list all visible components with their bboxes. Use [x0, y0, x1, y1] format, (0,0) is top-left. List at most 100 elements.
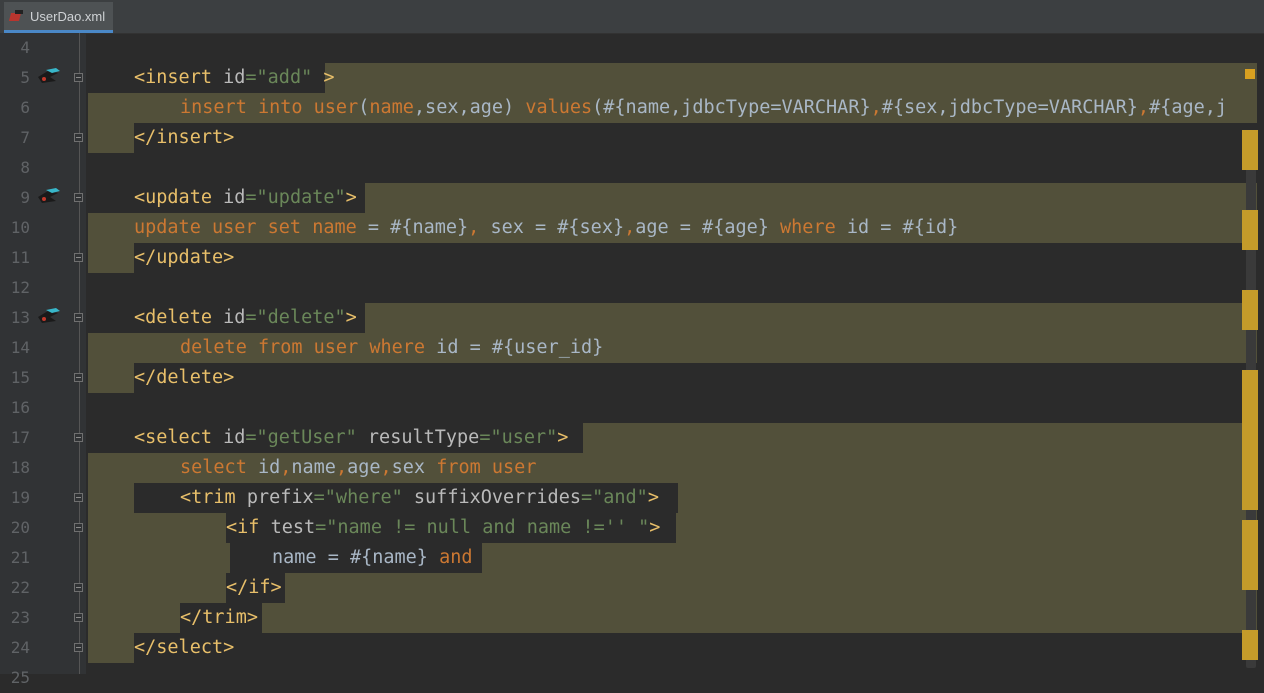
fold-marker-icon[interactable]: [74, 253, 83, 262]
code-token: #{age,j: [1149, 97, 1228, 118]
highlight-band: [88, 573, 226, 603]
highlight-band: [365, 303, 1257, 333]
code-text: select id,name,age,sex from user: [180, 453, 536, 483]
code-line[interactable]: 17 <select id="getUser" resultType="user"…: [0, 423, 1264, 453]
line-number: 5: [20, 68, 30, 87]
highlight-band: [325, 63, 1257, 93]
code-line[interactable]: 16: [0, 393, 1264, 423]
fold-marker-icon[interactable]: [74, 373, 83, 382]
code-line[interactable]: 19 <trim prefix="where" suffixOverrides="…: [0, 483, 1264, 513]
tab-title: UserDao.xml: [30, 8, 106, 24]
code-token: <if: [226, 517, 271, 538]
code-token: >: [345, 187, 357, 208]
fold-marker-icon[interactable]: [74, 643, 83, 652]
code-line[interactable]: 14 delete from user where id = #{user_id}: [0, 333, 1264, 363]
line-number: 17: [10, 428, 30, 447]
line-number: 7: [20, 128, 30, 147]
code-token: and: [439, 547, 473, 568]
code-line[interactable]: 21 name = #{name} and: [0, 543, 1264, 573]
code-token: resultType: [367, 427, 480, 448]
mybatis-bird-icon[interactable]: [36, 67, 62, 87]
mybatis-bird-icon[interactable]: [36, 307, 62, 327]
stripe-marker[interactable]: [1242, 520, 1258, 550]
stripe-marker[interactable]: [1242, 440, 1258, 510]
code-line[interactable]: 8: [0, 153, 1264, 183]
code-token: ="delete": [245, 307, 346, 328]
code-token: test: [270, 517, 316, 538]
code-token: ,: [280, 457, 292, 478]
code-line[interactable]: 7 </insert>: [0, 123, 1264, 153]
code-text: <insert id="add" >: [134, 63, 335, 93]
code-token: sex: [391, 457, 437, 478]
code-line[interactable]: 15 </delete>: [0, 363, 1264, 393]
analysis-status-icon[interactable]: [1245, 69, 1255, 79]
code-token: ="name != null and name !='' ": [315, 517, 650, 538]
highlight-band: [88, 543, 230, 573]
line-number: 4: [20, 38, 30, 57]
code-line[interactable]: 11 </update>: [0, 243, 1264, 273]
fold-marker-icon[interactable]: [74, 523, 83, 532]
fold-marker-icon[interactable]: [74, 133, 83, 142]
code-token: id: [257, 457, 281, 478]
fold-marker-icon[interactable]: [74, 493, 83, 502]
code-token: ,: [1137, 97, 1150, 118]
code-text: name = #{name} and: [272, 543, 473, 573]
line-number: 12: [10, 278, 30, 297]
code-text: </select>: [134, 633, 234, 663]
code-line[interactable]: 5 <insert id="add" >: [0, 63, 1264, 93]
stripe-marker[interactable]: [1242, 290, 1258, 330]
stripe-marker[interactable]: [1242, 370, 1258, 440]
code-text: delete from user where id = #{user_id}: [180, 333, 603, 363]
mybatis-bird-icon[interactable]: [36, 187, 62, 207]
highlight-band: [88, 123, 134, 153]
code-line[interactable]: 24 </select>: [0, 633, 1264, 663]
code-token: delete from user where: [180, 337, 426, 358]
fold-marker-icon[interactable]: [74, 613, 83, 622]
stripe-marker[interactable]: [1242, 630, 1258, 660]
fold-marker-icon[interactable]: [74, 73, 83, 82]
code-token: name: [291, 457, 336, 478]
code-line[interactable]: 18 select id,name,age,sex from user: [0, 453, 1264, 483]
code-line[interactable]: 12: [0, 273, 1264, 303]
code-token: id: [223, 307, 246, 328]
code-token: <update: [134, 187, 224, 208]
line-number: 6: [20, 98, 30, 117]
fold-marker-icon[interactable]: [74, 313, 83, 322]
line-number: 23: [10, 608, 30, 627]
code-editor[interactable]: 4 5 <insert id="add" >6 insert into user(na…: [0, 33, 1264, 687]
code-token: <insert: [134, 67, 224, 88]
fold-marker-icon[interactable]: [74, 433, 83, 442]
code-token: suffixOverrides: [413, 487, 581, 508]
stripe-marker[interactable]: [1242, 550, 1258, 590]
code-line[interactable]: 25: [0, 663, 1264, 693]
code-line[interactable]: 23 </trim>: [0, 603, 1264, 633]
code-text: <select id="getUser" resultType="user">: [134, 423, 568, 453]
highlight-band: [285, 573, 1257, 603]
stripe-marker[interactable]: [1242, 210, 1258, 250]
code-line[interactable]: 9 <update id="update">: [0, 183, 1264, 213]
fold-marker-icon[interactable]: [74, 193, 83, 202]
code-token: update user set name: [134, 217, 357, 238]
code-text: <trim prefix="where" suffixOverrides="an…: [180, 483, 659, 513]
line-number: 16: [10, 398, 30, 417]
code-line[interactable]: 20 <if test="name != null and name !='' "…: [0, 513, 1264, 543]
code-token: >: [649, 517, 661, 538]
code-text: </if>: [226, 573, 282, 603]
code-token: #{sex,jdbcType=VARCHAR}: [881, 97, 1138, 118]
code-line[interactable]: 4: [0, 33, 1264, 63]
code-token: ,: [870, 97, 882, 118]
line-number: 24: [10, 638, 30, 657]
code-token: age: [347, 457, 381, 478]
code-text: <delete id="delete">: [134, 303, 357, 333]
stripe-marker[interactable]: [1242, 130, 1258, 170]
code-token: prefix: [246, 487, 314, 508]
highlight-band: [88, 243, 134, 273]
fold-marker-icon[interactable]: [74, 583, 83, 592]
code-line[interactable]: 13 <delete id="delete">: [0, 303, 1264, 333]
code-line[interactable]: 10 update user set name = #{name}, sex = …: [0, 213, 1264, 243]
code-line[interactable]: 22 </if>: [0, 573, 1264, 603]
code-token: ,: [335, 457, 348, 478]
tab-userdao-xml[interactable]: UserDao.xml: [4, 2, 114, 33]
code-token: select: [180, 457, 258, 478]
code-line[interactable]: 6 insert into user(name,sex,age) values(#…: [0, 93, 1264, 123]
